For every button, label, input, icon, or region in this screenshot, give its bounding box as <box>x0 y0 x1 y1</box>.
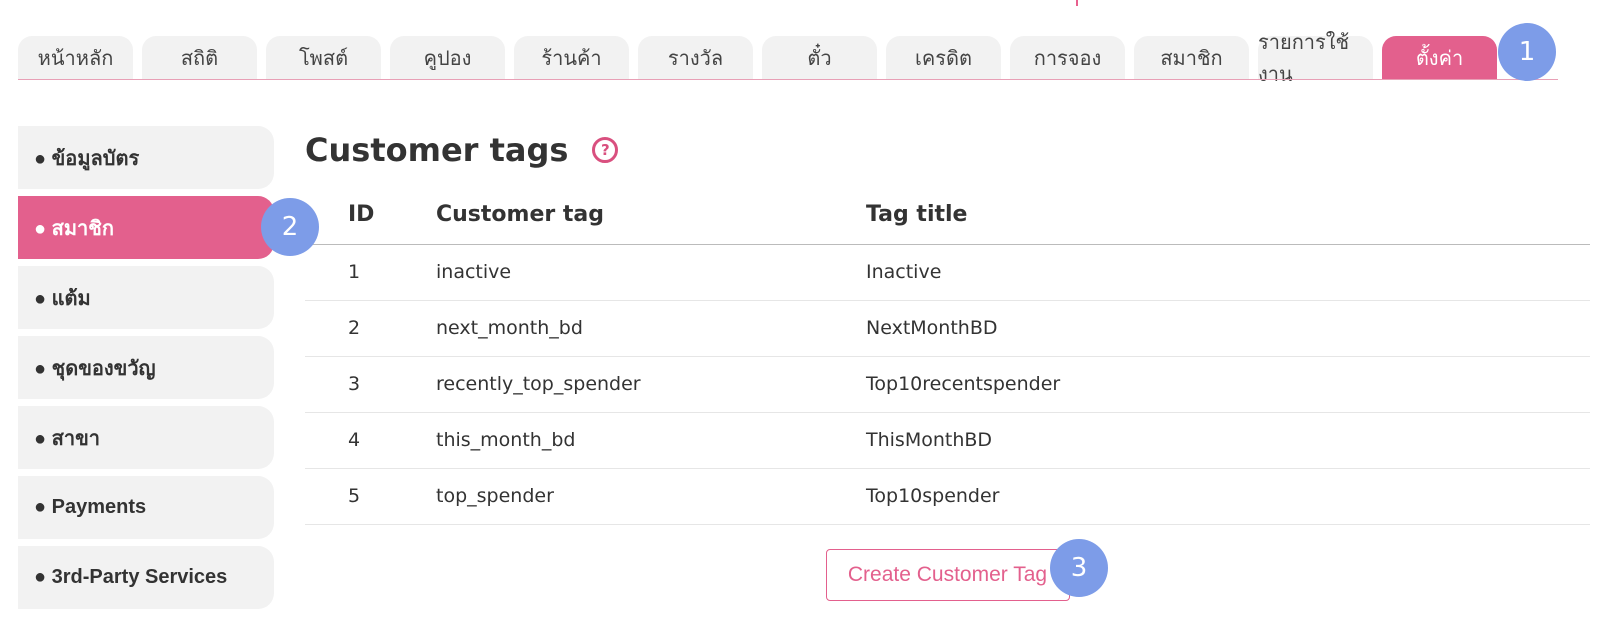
cell-customer-tag: top_spender <box>435 468 865 525</box>
table-row[interactable]: 5 top_spender Top10spender <box>305 468 1590 525</box>
step-badge-2: 2 <box>261 198 319 256</box>
cell-id: 1 <box>305 244 435 301</box>
cell-tag-title: Inactive <box>865 244 1590 301</box>
column-header-id: ID <box>305 186 435 245</box>
cell-customer-tag: next_month_bd <box>435 300 865 357</box>
sidebar-item-points[interactable]: ● แต้ม <box>18 266 274 329</box>
step-badge-3: 3 <box>1050 539 1108 597</box>
table-row[interactable]: 1 inactive Inactive <box>305 244 1590 301</box>
tab-home[interactable]: หน้าหลัก <box>18 36 133 79</box>
tab-rewards[interactable]: รางวัล <box>638 36 753 79</box>
sidebar-item-payments[interactable]: ● Payments <box>18 476 274 539</box>
create-button-wrap: Create Customer Tag <box>305 548 1590 601</box>
main-content: Customer tags ? ID Customer tag Tag titl… <box>305 120 1590 601</box>
table-row[interactable]: 3 recently_top_spender Top10recentspende… <box>305 356 1590 413</box>
tab-posts[interactable]: โพสต์ <box>266 36 381 79</box>
tab-credit[interactable]: เครดิต <box>886 36 1001 79</box>
cell-tag-title: Top10recentspender <box>865 356 1590 413</box>
cell-tag-title: Top10spender <box>865 468 1590 525</box>
customer-tags-table: ID Customer tag Tag title 1 inactive Ina… <box>305 186 1590 525</box>
top-edge-mark <box>1076 0 1078 6</box>
create-customer-tag-button[interactable]: Create Customer Tag <box>825 548 1070 601</box>
column-header-customer-tag: Customer tag <box>435 186 865 245</box>
column-header-tag-title: Tag title <box>865 186 1590 245</box>
cell-tag-title: NextMonthBD <box>865 300 1590 357</box>
cell-id: 5 <box>305 468 435 525</box>
tab-booking[interactable]: การจอง <box>1010 36 1125 79</box>
cell-customer-tag: recently_top_spender <box>435 356 865 413</box>
sidebar-item-card-info[interactable]: ● ข้อมูลบัตร <box>18 126 274 189</box>
title-row: Customer tags ? <box>305 120 1590 180</box>
cell-tag-title: ThisMonthBD <box>865 412 1590 469</box>
table-header-row: ID Customer tag Tag title <box>305 186 1590 245</box>
tab-settings[interactable]: ตั้งค่า <box>1382 36 1497 79</box>
top-nav-tabs: หน้าหลัก สถิติ โพสต์ คูปอง ร้านค้า รางวั… <box>18 30 1497 86</box>
table-row[interactable]: 4 this_month_bd ThisMonthBD <box>305 412 1590 469</box>
cell-id: 3 <box>305 356 435 413</box>
cell-id: 2 <box>305 300 435 357</box>
tab-shop[interactable]: ร้านค้า <box>514 36 629 79</box>
tab-coupons[interactable]: คูปอง <box>390 36 505 79</box>
sidebar-item-branches[interactable]: ● สาขา <box>18 406 274 469</box>
tabs-divider <box>18 79 1558 80</box>
sidebar-item-third-party-services[interactable]: ● 3rd-Party Services <box>18 546 274 609</box>
tab-members[interactable]: สมาชิก <box>1134 36 1249 79</box>
cell-customer-tag: this_month_bd <box>435 412 865 469</box>
tab-statistics[interactable]: สถิติ <box>142 36 257 79</box>
tab-tickets[interactable]: ตั๋ว <box>762 36 877 79</box>
question-circle-icon[interactable]: ? <box>592 137 619 163</box>
tab-activity[interactable]: รายการใช้งาน <box>1258 30 1373 86</box>
cell-customer-tag: inactive <box>435 244 865 301</box>
page-title: Customer tags <box>305 131 569 169</box>
table-row[interactable]: 2 next_month_bd NextMonthBD <box>305 300 1590 357</box>
cell-id: 4 <box>305 412 435 469</box>
settings-sidebar: ● ข้อมูลบัตร ● สมาชิก ● แต้ม ● ชุดของขวั… <box>18 126 274 616</box>
sidebar-item-members[interactable]: ● สมาชิก <box>18 196 274 259</box>
sidebar-item-gift-sets[interactable]: ● ชุดของขวัญ <box>18 336 274 399</box>
step-badge-1: 1 <box>1498 23 1556 81</box>
